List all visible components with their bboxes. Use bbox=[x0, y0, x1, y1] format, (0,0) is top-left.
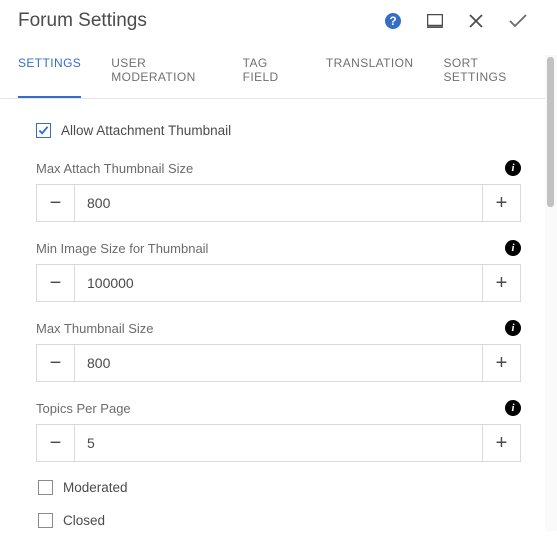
max-thumb-field: Max Thumbnail Size i − + bbox=[36, 320, 521, 382]
allow-attachment-thumbnail-checkbox[interactable] bbox=[36, 123, 51, 138]
tab-user-moderation[interactable]: USER MODERATION bbox=[111, 46, 212, 98]
max-attach-thumb-field: Max Attach Thumbnail Size i − + bbox=[36, 160, 521, 222]
increment-button[interactable]: + bbox=[482, 345, 520, 381]
scrollbar-thumb[interactable] bbox=[547, 57, 554, 207]
allow-attachment-thumbnail-row: Allow Attachment Thumbnail bbox=[36, 123, 521, 138]
decrement-button[interactable]: − bbox=[37, 345, 75, 381]
topics-per-page-stepper: − + bbox=[36, 424, 521, 462]
done-icon[interactable] bbox=[509, 14, 527, 28]
moderated-row: Moderated bbox=[38, 480, 521, 495]
decrement-button[interactable]: − bbox=[37, 425, 75, 461]
info-icon[interactable]: i bbox=[505, 160, 521, 176]
topics-per-page-input[interactable] bbox=[75, 425, 482, 461]
increment-button[interactable]: + bbox=[482, 425, 520, 461]
max-attach-thumb-label: Max Attach Thumbnail Size bbox=[36, 161, 193, 176]
closed-checkbox[interactable] bbox=[38, 513, 53, 528]
min-image-thumb-input[interactable] bbox=[75, 265, 482, 301]
scrollbar[interactable] bbox=[545, 55, 557, 531]
max-thumb-stepper: − + bbox=[36, 344, 521, 382]
dialog-header: Forum Settings ? bbox=[0, 0, 557, 46]
max-thumb-label: Max Thumbnail Size bbox=[36, 321, 154, 336]
fullscreen-icon[interactable] bbox=[427, 14, 443, 28]
max-attach-thumb-input[interactable] bbox=[75, 185, 482, 221]
increment-button[interactable]: + bbox=[482, 265, 520, 301]
min-image-thumb-stepper: − + bbox=[36, 264, 521, 302]
tab-settings[interactable]: SETTINGS bbox=[18, 46, 81, 98]
close-icon[interactable] bbox=[469, 14, 483, 28]
page-title: Forum Settings bbox=[18, 10, 385, 32]
settings-panel: Allow Attachment Thumbnail Max Attach Th… bbox=[0, 99, 557, 556]
topics-per-page-field: Topics Per Page i − + bbox=[36, 400, 521, 462]
tab-tag-field[interactable]: TAG FIELD bbox=[243, 46, 296, 98]
max-attach-thumb-stepper: − + bbox=[36, 184, 521, 222]
min-image-thumb-field: Min Image Size for Thumbnail i − + bbox=[36, 240, 521, 302]
closed-label: Closed bbox=[63, 513, 105, 528]
info-icon[interactable]: i bbox=[505, 240, 521, 256]
info-icon[interactable]: i bbox=[505, 400, 521, 416]
moderated-label: Moderated bbox=[63, 480, 128, 495]
decrement-button[interactable]: − bbox=[37, 265, 75, 301]
tab-bar: SETTINGS USER MODERATION TAG FIELD TRANS… bbox=[0, 46, 545, 99]
moderated-checkbox[interactable] bbox=[38, 480, 53, 495]
topics-per-page-label: Topics Per Page bbox=[36, 401, 131, 416]
allow-attachment-thumbnail-label: Allow Attachment Thumbnail bbox=[61, 123, 231, 138]
help-icon[interactable]: ? bbox=[385, 13, 401, 29]
closed-row: Closed bbox=[38, 513, 521, 528]
tab-sort-settings[interactable]: SORT SETTINGS bbox=[443, 46, 527, 98]
header-actions: ? bbox=[385, 13, 537, 29]
decrement-button[interactable]: − bbox=[37, 185, 75, 221]
increment-button[interactable]: + bbox=[482, 185, 520, 221]
info-icon[interactable]: i bbox=[505, 320, 521, 336]
min-image-thumb-label: Min Image Size for Thumbnail bbox=[36, 241, 208, 256]
tab-translation[interactable]: TRANSLATION bbox=[326, 46, 414, 98]
max-thumb-input[interactable] bbox=[75, 345, 482, 381]
